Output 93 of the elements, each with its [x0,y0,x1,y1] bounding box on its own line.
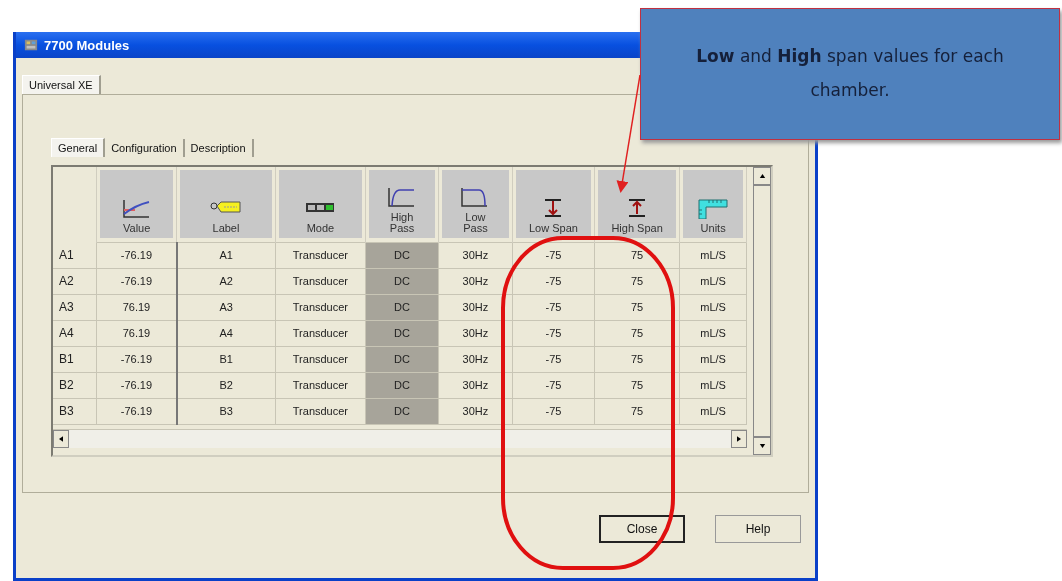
table-cell: A1 [176,242,276,268]
column-header[interactable]: Low Pass [442,170,509,238]
table-cell: -75 [512,346,595,372]
window-title: 7700 Modules [44,37,130,53]
table-cell: -76.19 [96,268,177,294]
table-cell: 76.19 [96,294,177,320]
table-cell: 75 [594,242,680,268]
table-cell: -75 [512,242,595,268]
table-cell: -76.19 [96,346,177,372]
table-cell: 75 [594,294,680,320]
table-cell: 76.19 [96,320,177,346]
column-label: Label [212,223,240,234]
table-cell: mL/S [679,320,747,346]
tab[interactable]: Description [184,139,254,157]
row-header[interactable]: A1 [53,242,97,268]
table-cell: mL/S [679,268,747,294]
column-label: Value [123,223,151,234]
row-header[interactable]: A2 [53,268,97,294]
table-cell: Transducer [275,294,366,320]
scroll-down-icon[interactable] [753,437,771,455]
tab[interactable]: Configuration [105,139,185,157]
column-header[interactable]: Mode [278,170,363,238]
table-cell: DC [365,242,439,268]
table-cell: -75 [512,398,595,424]
table-cell: 75 [594,372,680,398]
table-cell: B3 [176,398,276,424]
table-cell: 75 [594,398,680,424]
ruler-icon [697,197,730,219]
table-cell: DC [365,320,439,346]
scroll-up-icon[interactable] [753,167,771,185]
table-cell: 75 [594,346,680,372]
table-cell: -75 [512,320,595,346]
horizontal-scrollbar[interactable] [53,428,747,448]
table-cell: Transducer [275,320,366,346]
dialog-button[interactable]: Help [715,515,801,543]
table-cell: -76.19 [96,242,177,268]
column-label: High Pass [388,212,416,234]
column-header[interactable]: Value [100,170,174,238]
tab[interactable]: Universal XE [22,75,101,94]
table-cell: 30Hz [438,242,513,268]
column-label: Mode [306,223,335,234]
tab[interactable]: General [51,138,106,157]
table-cell: 30Hz [438,398,513,424]
column-label: High Span [611,223,663,234]
table-cell: mL/S [679,242,747,268]
scroll-left-icon[interactable] [53,429,69,448]
dialog-button[interactable]: Close [599,515,685,543]
table-cell: 75 [594,268,680,294]
column-header[interactable]: Units [683,170,743,238]
table-cell: mL/S [679,346,747,372]
table-cell: 30Hz [438,346,513,372]
table-cell: B2 [176,372,276,398]
table-cell: -76.19 [96,372,177,398]
column-label: Units [700,223,726,234]
table-cell: Transducer [275,346,366,372]
app-icon [24,38,38,52]
table-cell: DC [365,346,439,372]
column-header[interactable]: High Pass [369,170,435,238]
column-label: Low Pass [462,212,489,234]
table-cell: -76.19 [96,398,177,424]
callout-box: Low and High span values for each chamber. [640,8,1060,140]
table-cell: 30Hz [438,320,513,346]
table-cell: mL/S [679,294,747,320]
table-cell: DC [365,268,439,294]
table-cell: 30Hz [438,372,513,398]
table-cell: mL/S [679,372,747,398]
table-cell: Transducer [275,268,366,294]
table-cell: -75 [512,294,595,320]
scroll-right-icon[interactable] [731,429,747,448]
column-header[interactable]: High Span [598,170,677,238]
table-cell: B1 [176,346,276,372]
column-header[interactable]: Label [180,170,272,238]
table-cell: -75 [512,268,595,294]
table-cell: Transducer [275,398,366,424]
table-cell: DC [365,398,439,424]
table-cell: DC [365,372,439,398]
table-cell: A3 [176,294,276,320]
table-cell: -75 [512,372,595,398]
table-cell: 75 [594,320,680,346]
table-cell: A4 [176,320,276,346]
row-header[interactable]: B3 [53,398,97,424]
table-cell: DC [365,294,439,320]
table-cell: 30Hz [438,294,513,320]
column-label: Low Span [529,223,578,234]
column-header[interactable]: Low Span [515,170,591,238]
table-cell: Transducer [275,372,366,398]
row-header[interactable]: B2 [53,372,97,398]
row-header[interactable]: B1 [53,346,97,372]
row-header[interactable]: A4 [53,320,97,346]
table-cell: mL/S [679,398,747,424]
table-cell: Transducer [275,242,366,268]
table-cell: A2 [176,268,276,294]
row-header[interactable]: A3 [53,294,97,320]
